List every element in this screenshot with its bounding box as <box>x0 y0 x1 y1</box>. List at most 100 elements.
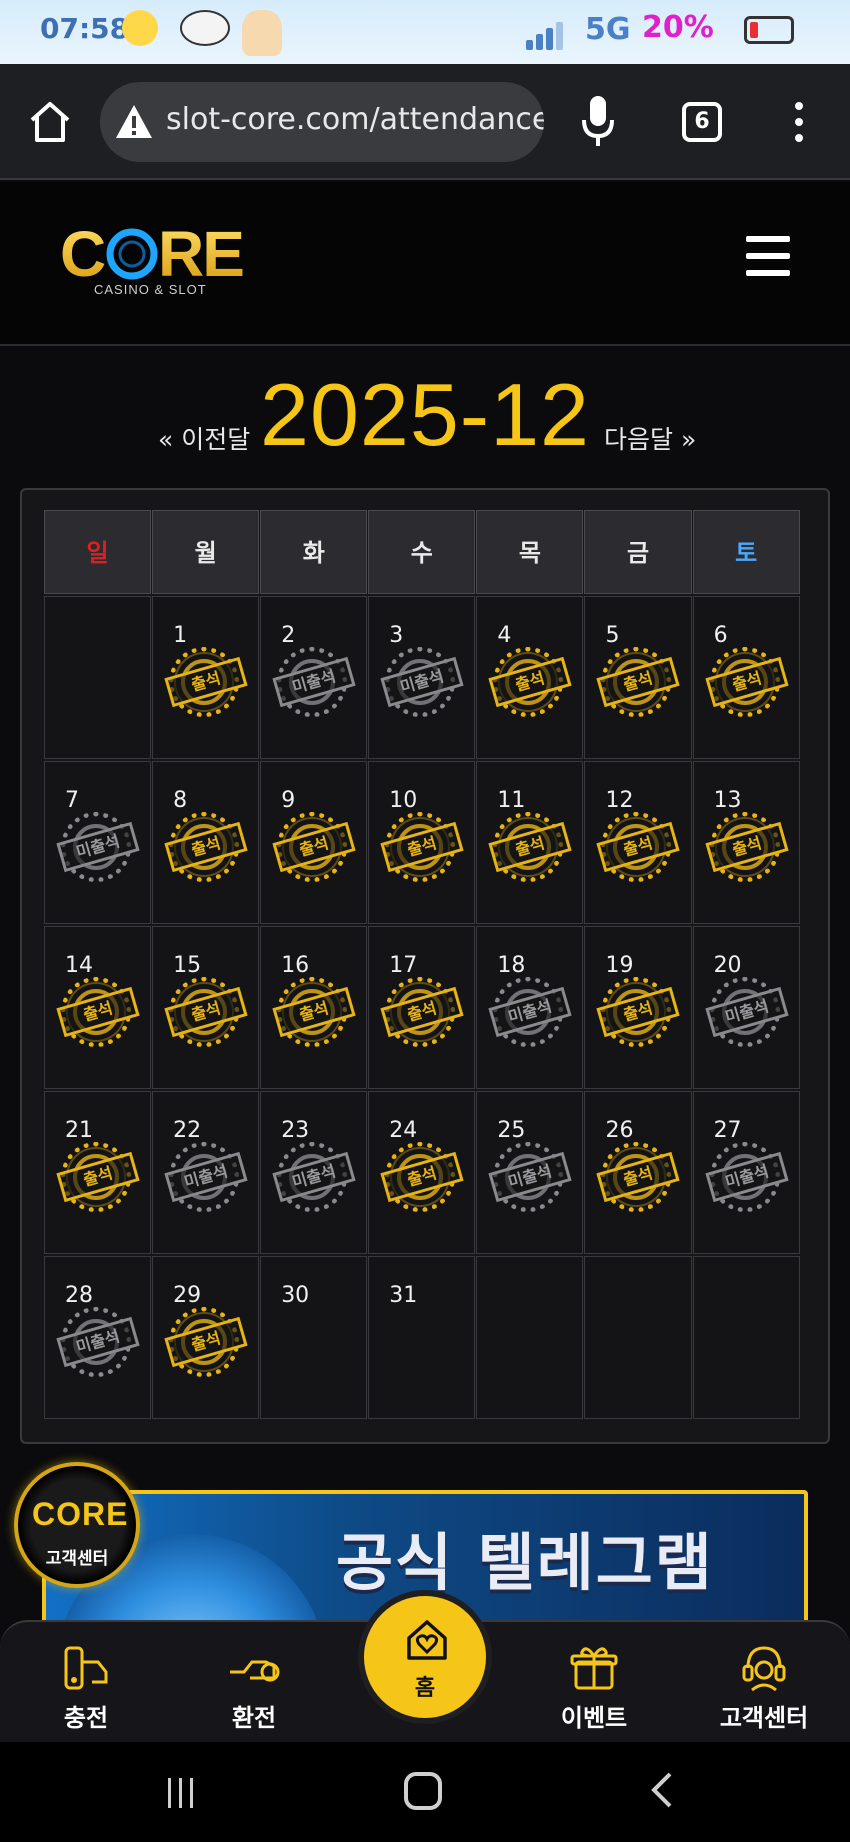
deposit-icon <box>64 1646 108 1690</box>
microphone-icon[interactable] <box>580 94 616 150</box>
calendar-day-cell[interactable]: 2 미출석 <box>260 596 368 759</box>
battery-icon <box>744 16 794 44</box>
attended-stamp-icon: 출석 <box>704 812 789 888</box>
hamburger-menu-icon[interactable] <box>746 236 790 276</box>
calendar-day-cell[interactable]: 6 출석 <box>692 596 800 759</box>
month-navigation: « 이전달 2025-12 다음달 » <box>0 360 850 470</box>
nav-support-label: 고객센터 <box>719 1704 809 1732</box>
attended-stamp-icon: 출석 <box>596 647 681 723</box>
status-bar: 07:58 5G 20% <box>0 0 850 64</box>
core-logo[interactable]: C RE CASINO & SLOT <box>60 218 250 298</box>
calendar-day-cell[interactable]: 16 출석 <box>260 926 368 1089</box>
weekday-6: 토 <box>692 510 800 594</box>
weekday-3: 수 <box>368 510 476 594</box>
missed-stamp-icon: 미출석 <box>488 977 572 1053</box>
day-number: 20 <box>713 953 742 978</box>
day-number: 28 <box>65 1283 93 1308</box>
calendar-day-cell[interactable]: 29 출석 <box>152 1256 260 1419</box>
attended-stamp-icon: 출석 <box>596 977 681 1053</box>
home-icon[interactable] <box>26 98 74 146</box>
signal-icon <box>526 22 566 50</box>
url-text[interactable]: slot-core.com/attendance2 <box>166 102 544 137</box>
calendar-day-cell[interactable]: 7 미출석 <box>44 761 152 924</box>
calendar-day-cell[interactable]: 28 미출석 <box>44 1256 152 1419</box>
calendar-day-cell[interactable]: 31 <box>368 1256 476 1419</box>
calendar-day-cell[interactable]: 22 미출석 <box>152 1091 260 1254</box>
calendar-day-cell[interactable]: 23 미출석 <box>260 1091 368 1254</box>
recent-apps-icon[interactable] <box>168 1778 202 1808</box>
day-number: 15 <box>173 953 202 978</box>
calendar-day-cell[interactable]: 8 출석 <box>152 761 260 924</box>
day-number: 8 <box>173 788 188 813</box>
attended-stamp-icon: 출석 <box>272 812 356 888</box>
calendar-day-cell[interactable]: 19 출석 <box>584 926 692 1089</box>
day-number: 19 <box>605 953 634 978</box>
calendar-day-cell[interactable]: 25 미출석 <box>476 1091 584 1254</box>
address-bar[interactable]: slot-core.com/attendance2 <box>100 82 544 162</box>
attended-stamp-icon: 출석 <box>164 812 248 888</box>
nav-withdraw[interactable]: 환전 <box>184 1642 324 1733</box>
calendar-day-cell[interactable]: 9 출석 <box>260 761 368 924</box>
calendar-day-cell[interactable]: 15 출석 <box>152 926 260 1089</box>
character-icon <box>242 10 282 56</box>
battery-percent: 20% <box>642 10 714 45</box>
calendar-day-cell[interactable]: 1 출석 <box>152 596 260 759</box>
svg-text:CASINO & SLOT: CASINO & SLOT <box>94 282 207 297</box>
nav-deposit[interactable]: 충전 <box>16 1642 156 1733</box>
missed-stamp-icon: 미출석 <box>272 1142 356 1218</box>
nav-home-button[interactable]: 홈 <box>358 1590 492 1724</box>
day-number: 10 <box>389 788 418 813</box>
site-header: C RE CASINO & SLOT <box>0 182 850 346</box>
day-number: 14 <box>65 953 93 978</box>
weekday-4: 목 <box>476 510 584 594</box>
day-number: 25 <box>497 1118 526 1143</box>
status-time: 07:58 <box>40 12 130 45</box>
nav-support[interactable]: 고객센터 <box>694 1642 834 1733</box>
next-month-link[interactable]: 다음달 » <box>604 420 696 456</box>
calendar-day-cell[interactable]: 27 미출석 <box>692 1091 800 1254</box>
missed-stamp-icon: 미출석 <box>56 1307 140 1383</box>
more-menu-icon[interactable] <box>792 102 806 146</box>
customer-service-badge[interactable]: CORE 고객센터 <box>14 1462 140 1588</box>
day-number: 22 <box>173 1118 202 1143</box>
nav-event[interactable]: 이벤트 <box>524 1642 664 1733</box>
day-number: 17 <box>389 953 418 978</box>
calendar-day-cell[interactable]: 11 출석 <box>476 761 584 924</box>
day-number: 5 <box>605 623 620 648</box>
calendar-day-cell[interactable]: 12 출석 <box>584 761 692 924</box>
attended-stamp-icon: 출석 <box>596 812 681 888</box>
calendar-day-cell[interactable]: 20 미출석 <box>692 926 800 1089</box>
calendar-day-cell[interactable]: 3 미출석 <box>368 596 476 759</box>
day-number: 9 <box>281 788 296 813</box>
nav-event-label: 이벤트 <box>560 1704 628 1732</box>
calendar-day-cell[interactable]: 30 <box>260 1256 368 1419</box>
calendar-day-cell[interactable]: 14 출석 <box>44 926 152 1089</box>
attended-stamp-icon: 출석 <box>56 977 140 1053</box>
attended-stamp-icon: 출석 <box>380 1142 464 1218</box>
calendar-day-cell[interactable]: 18 미출석 <box>476 926 584 1089</box>
browser-toolbar: slot-core.com/attendance2 6 <box>0 64 850 180</box>
month-title: 2025-12 <box>260 365 590 464</box>
attended-stamp-icon: 출석 <box>272 977 356 1053</box>
system-home-icon[interactable] <box>404 1772 442 1810</box>
calendar-day-cell[interactable]: 10 출석 <box>368 761 476 924</box>
day-number: 2 <box>281 623 296 648</box>
day-number: 4 <box>497 623 512 648</box>
calendar-day-cell[interactable]: 4 출석 <box>476 596 584 759</box>
gift-icon <box>570 1647 618 1690</box>
calendar-day-cell[interactable]: 17 출석 <box>368 926 476 1089</box>
calendar-day-cell[interactable]: 26 출석 <box>584 1091 692 1254</box>
day-number: 29 <box>173 1283 202 1308</box>
missed-stamp-icon: 미출석 <box>704 977 789 1053</box>
day-number: 13 <box>713 788 742 813</box>
calendar-day-cell <box>692 1256 800 1419</box>
calendar-week-row: 7 미출석 8 출석 9 출석 10 출석 11 출석 12 출석 13 출석 <box>44 761 808 924</box>
tab-switcher-button[interactable]: 6 <box>682 102 722 142</box>
warning-icon[interactable] <box>114 102 154 142</box>
back-icon[interactable] <box>648 1770 674 1810</box>
calendar-day-cell[interactable]: 13 출석 <box>692 761 800 924</box>
calendar-day-cell[interactable]: 21 출석 <box>44 1091 152 1254</box>
day-number: 23 <box>281 1118 310 1143</box>
calendar-day-cell[interactable]: 24 출석 <box>368 1091 476 1254</box>
calendar-day-cell[interactable]: 5 출석 <box>584 596 692 759</box>
